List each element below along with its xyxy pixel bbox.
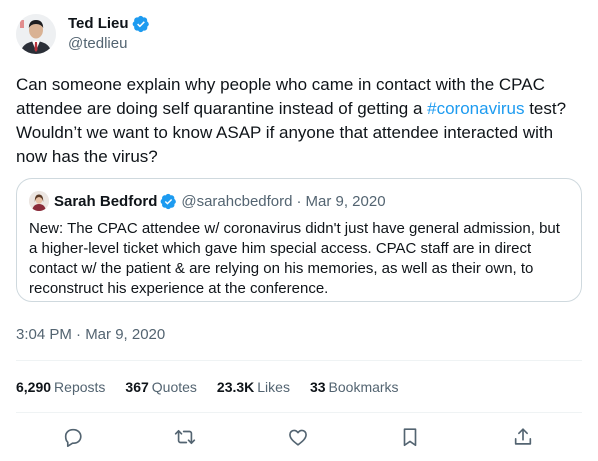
repost-button[interactable] xyxy=(174,426,198,450)
tweet-header: Ted Lieu @tedlieu xyxy=(16,10,150,58)
reply-button[interactable] xyxy=(62,426,86,450)
bookmark-icon xyxy=(403,428,417,447)
verified-badge-icon xyxy=(132,15,149,33)
share-icon xyxy=(514,428,532,445)
like-button[interactable] xyxy=(287,426,311,450)
quoted-tweet-text: New: The CPAC attendee w/ coronavirus di… xyxy=(29,220,560,297)
divider xyxy=(16,412,582,413)
likes-count: 23.3K xyxy=(216,379,255,395)
action-bar xyxy=(0,426,598,450)
divider xyxy=(16,360,582,361)
reposts-count: 6,290 xyxy=(16,379,52,395)
quoted-author-avatar[interactable] xyxy=(29,191,49,211)
tweet-timestamp[interactable]: 3:04 PM · Mar 9, 2020 xyxy=(16,325,165,345)
quoted-verified-badge-icon xyxy=(160,193,177,209)
author-avatar[interactable] xyxy=(16,14,56,54)
likes-stat[interactable]: 23.3K Likes xyxy=(217,379,290,395)
quoted-author-handle[interactable]: @sarahcbedford xyxy=(181,193,292,210)
quoted-tweet[interactable]: Sarah Bedford @sarahcbedford · Mar 9, 20… xyxy=(16,178,582,302)
quotes-label: Quotes xyxy=(151,379,197,395)
quoted-tweet-header: Sarah Bedford @sarahcbedford · Mar 9, 20… xyxy=(29,191,386,211)
share-button[interactable] xyxy=(512,426,536,450)
like-icon xyxy=(289,429,307,446)
repost-icon xyxy=(174,429,196,445)
quotes-stat[interactable]: 367 Quotes xyxy=(125,379,197,395)
reposts-stat[interactable]: 6,290 Reposts xyxy=(16,379,105,395)
tweet-text: Can someone explain why people who came … xyxy=(16,73,584,169)
hashtag-link[interactable]: #coronavirus xyxy=(427,99,524,118)
tweet: Ted Lieu @tedlieu Can someone explain wh… xyxy=(0,0,598,461)
quoted-separator: · xyxy=(296,192,302,210)
author-name[interactable]: Ted Lieu xyxy=(68,14,129,34)
bookmarks-label: Bookmarks xyxy=(328,379,399,395)
likes-label: Likes xyxy=(257,379,290,395)
quotes-count: 367 xyxy=(125,379,149,395)
bookmark-button[interactable] xyxy=(399,426,423,450)
quoted-date[interactable]: Mar 9, 2020 xyxy=(305,193,385,210)
bookmarks-stat[interactable]: 33 Bookmarks xyxy=(310,379,399,395)
engagement-stats: 6,290 Reposts 367 Quotes 23.3K Likes 33 Book… xyxy=(16,377,419,397)
author-name-row: Ted Lieu xyxy=(68,14,150,34)
author-names: Ted Lieu @tedlieu xyxy=(68,14,150,54)
reposts-label: Reposts xyxy=(54,379,106,395)
reply-icon xyxy=(64,428,82,447)
quoted-author-name[interactable]: Sarah Bedford xyxy=(54,193,157,210)
bookmarks-count: 33 xyxy=(309,379,326,395)
author-handle[interactable]: @tedlieu xyxy=(68,34,150,54)
